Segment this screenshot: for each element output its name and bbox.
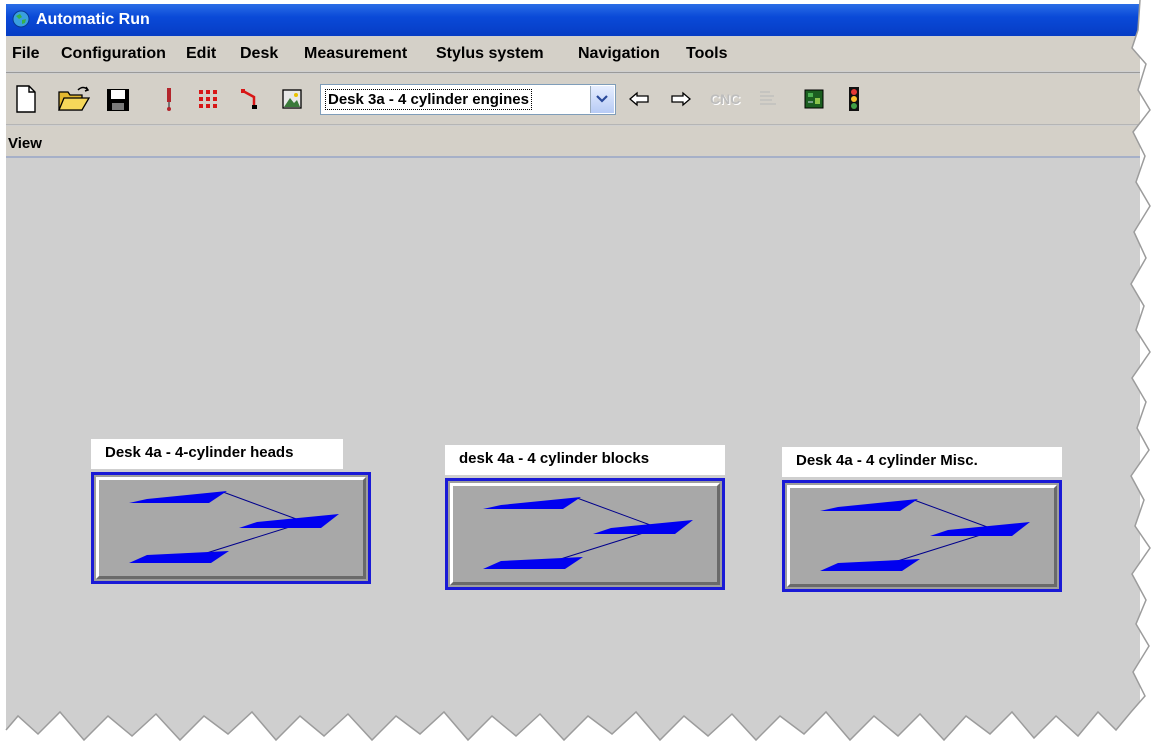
desk-button-face	[450, 483, 720, 585]
desk-button[interactable]	[91, 472, 371, 584]
desk-button-face	[96, 477, 366, 579]
stylus-icon[interactable]	[164, 88, 174, 117]
desk-card-label: Desk 4a - 4 cylinder Misc.	[782, 447, 1062, 477]
dropdown-arrow-icon[interactable]	[590, 86, 614, 113]
toolbar-separator	[6, 124, 1140, 125]
desk-card-heads[interactable]: Desk 4a - 4-cylinder heads	[91, 439, 371, 584]
desk-card-label: Desk 4a - 4-cylinder heads	[91, 439, 343, 469]
menu-desk[interactable]: Desk	[240, 45, 278, 63]
menu-stylus-system[interactable]: Stylus system	[436, 45, 544, 63]
desk-network-icon	[820, 499, 1030, 571]
menu-measurement[interactable]: Measurement	[304, 45, 407, 63]
app-globe-icon	[11, 9, 31, 29]
desk-card-blocks[interactable]: desk 4a - 4 cylinder blocks	[445, 445, 725, 590]
menu-separator	[6, 72, 1140, 73]
desk-network-icon	[483, 497, 693, 569]
desk-network-icon	[129, 491, 339, 563]
forward-arrow-icon[interactable]	[670, 91, 692, 112]
image-icon[interactable]	[282, 89, 302, 114]
save-disk-icon[interactable]	[106, 88, 130, 117]
desk-card-misc[interactable]: Desk 4a - 4 cylinder Misc.	[782, 447, 1062, 592]
open-folder-icon[interactable]	[58, 86, 91, 117]
desk-selector[interactable]: Desk 3a - 4 cylinder engines	[320, 84, 616, 115]
menu-edit[interactable]: Edit	[186, 45, 216, 63]
desk-canvas: Desk 4a - 4-cylinder heads desk 4a - 4 c…	[6, 158, 1140, 749]
view-label: View	[8, 135, 42, 152]
grid-icon[interactable]	[198, 89, 218, 114]
desk-button-face	[787, 485, 1057, 587]
menu-bar: File Configuration Edit Desk Measurement…	[6, 37, 1140, 71]
menu-tools[interactable]: Tools	[686, 45, 727, 63]
menu-navigation[interactable]: Navigation	[578, 45, 660, 63]
window-title: Automatic Run	[36, 11, 150, 28]
desk-selector-value: Desk 3a - 4 cylinder engines	[325, 89, 532, 110]
traffic-light-icon[interactable]	[848, 86, 860, 117]
desk-button[interactable]	[782, 480, 1062, 592]
chip-icon[interactable]	[804, 89, 824, 114]
back-arrow-icon[interactable]	[628, 91, 650, 112]
menu-configuration[interactable]: Configuration	[61, 45, 166, 63]
list-icon[interactable]	[758, 89, 778, 114]
desk-card-label: desk 4a - 4 cylinder blocks	[445, 445, 725, 475]
cnc-icon[interactable]: CNC	[710, 91, 740, 107]
new-file-icon[interactable]	[14, 85, 38, 118]
toolbar: Desk 3a - 4 cylinder engines CNC	[6, 74, 1140, 124]
desk-button[interactable]	[445, 478, 725, 590]
app-window: Automatic Run File Configuration Edit De…	[6, 4, 1140, 749]
path-icon[interactable]	[240, 88, 260, 115]
title-bar[interactable]: Automatic Run	[6, 4, 1140, 36]
view-bar: View	[6, 126, 1140, 158]
menu-file[interactable]: File	[12, 45, 40, 63]
